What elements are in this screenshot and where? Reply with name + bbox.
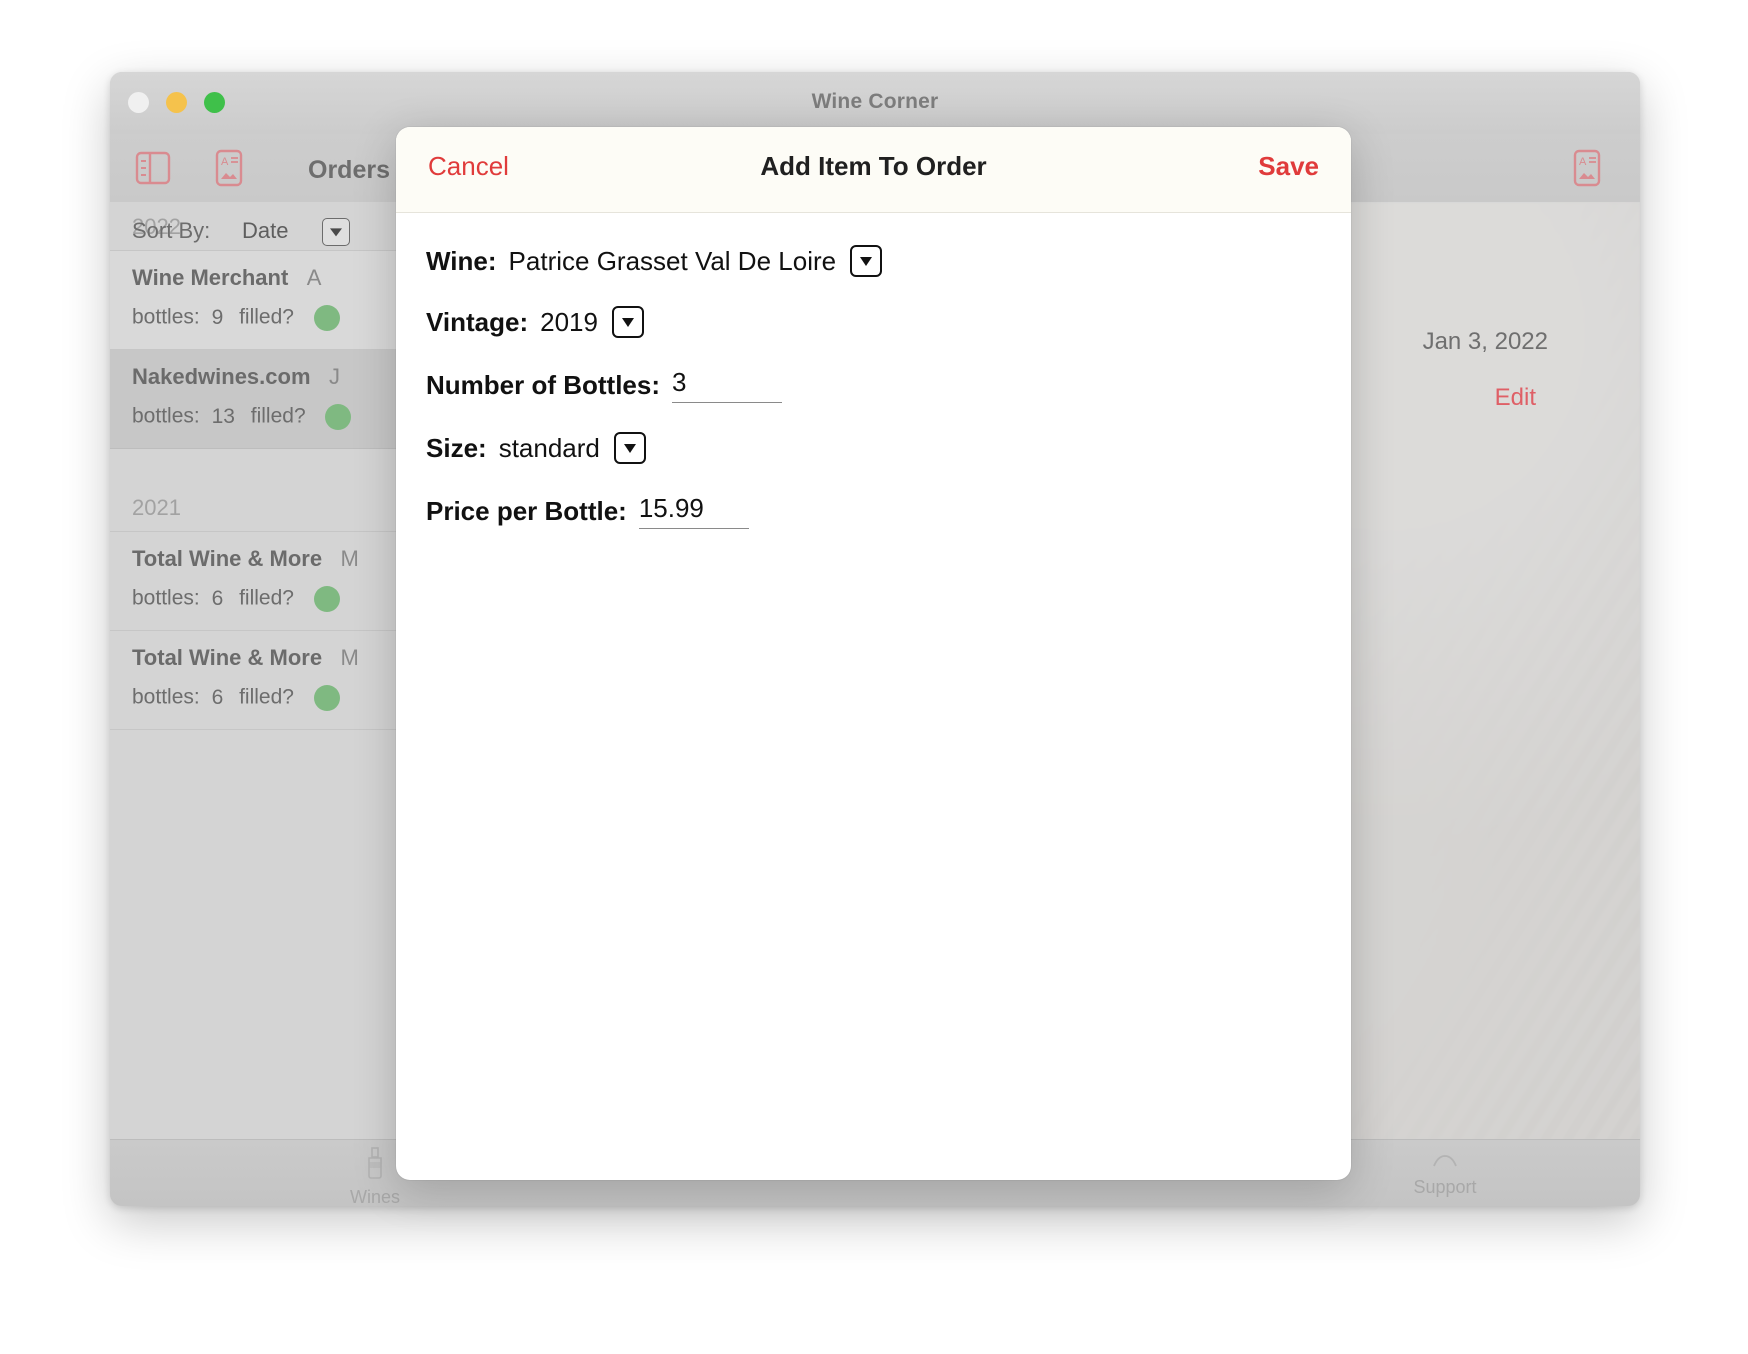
bottles-label: bottles:	[132, 404, 200, 428]
bottles-count: 6	[211, 586, 224, 610]
svg-text:A: A	[1579, 156, 1587, 168]
order-date-fragment: M	[340, 645, 359, 670]
filled-status-indicator	[313, 586, 340, 612]
tab-wines-label: Wines	[349, 1187, 400, 1206]
window-title: Wine Corner	[811, 90, 939, 113]
sheet-title: Add Item To Order	[760, 151, 987, 181]
size-label: Size:	[426, 432, 487, 463]
edit-order-link[interactable]: Edit	[1495, 384, 1536, 412]
order-merchant: Nakedwines.com	[132, 364, 311, 389]
field-number-of-bottles: Number of Bottles: 3	[426, 367, 1351, 403]
order-date-fragment: A	[306, 265, 322, 290]
bottles-label: bottles:	[132, 305, 200, 329]
bottles-count: 13	[211, 404, 235, 428]
wine-value: Patrice Grasset Val De Loire	[508, 245, 837, 276]
vintage-popup-chevron-down-icon[interactable]	[611, 306, 644, 338]
toolbar-title: Orders	[308, 156, 390, 184]
order-merchant: Wine Merchant	[132, 265, 289, 290]
filled-label: filled?	[239, 305, 294, 329]
sheet-header: Cancel Add Item To Order Save	[396, 127, 1351, 213]
sort-by-popup-chevron-down-icon[interactable]	[322, 218, 350, 246]
filled-label: filled?	[239, 586, 294, 610]
price-per-bottle-label: Price per Bottle:	[426, 495, 627, 526]
field-vintage: Vintage: 2019	[426, 306, 1351, 338]
support-icon	[1430, 1146, 1460, 1175]
size-value: standard	[498, 432, 600, 463]
wine-popup-chevron-down-icon[interactable]	[850, 245, 883, 277]
wine-label: Wine:	[426, 245, 497, 276]
filled-label: filled?	[239, 685, 294, 709]
wine-bottle-icon	[362, 1146, 388, 1185]
filled-label: filled?	[250, 404, 306, 428]
order-date: Jan 3, 2022	[1422, 328, 1548, 355]
bottles-label: bottles:	[132, 586, 200, 610]
field-wine: Wine: Patrice Grasset Val De Loire	[426, 245, 1351, 277]
filled-status-indicator	[313, 685, 340, 711]
order-merchant: Total Wine & More	[132, 546, 323, 571]
add-item-sheet: Cancel Add Item To Order Save Wine: Patr…	[396, 127, 1351, 1180]
window-titlebar: Wine Corner	[110, 72, 1640, 135]
svg-text:A: A	[221, 156, 229, 168]
price-per-bottle-input[interactable]: 15.99	[638, 493, 749, 529]
wine-card-icon[interactable]: A	[210, 148, 248, 188]
number-of-bottles-label: Number of Bottles:	[426, 369, 660, 400]
bottles-count: 9	[211, 305, 224, 329]
wine-card-icon-right[interactable]: A	[1568, 148, 1606, 188]
screen: Wine Corner A Orders A Sort By: Date 202…	[0, 0, 1748, 1354]
order-merchant: Total Wine & More	[132, 645, 323, 670]
sidebar-toggle-icon[interactable]	[134, 148, 172, 188]
sort-by-value: Date	[242, 218, 289, 243]
size-popup-chevron-down-icon[interactable]	[613, 432, 646, 464]
filled-status-indicator	[325, 404, 352, 430]
bottles-count: 6	[211, 685, 224, 709]
field-price-per-bottle: Price per Bottle: 15.99	[426, 493, 1351, 529]
filled-status-indicator	[313, 305, 340, 331]
field-size: Size: standard	[426, 432, 1351, 464]
vintage-value: 2019	[540, 306, 598, 337]
sheet-form: Wine: Patrice Grasset Val De Loire Vinta…	[396, 213, 1351, 529]
order-date-fragment: J	[328, 364, 340, 389]
bottles-label: bottles:	[132, 685, 200, 709]
number-of-bottles-input[interactable]: 3	[672, 367, 782, 403]
vintage-label: Vintage:	[426, 306, 529, 337]
tab-support[interactable]: Support	[1380, 1146, 1510, 1198]
tab-support-label: Support	[1413, 1177, 1477, 1197]
sort-by-label: Sort By:	[132, 218, 211, 243]
order-date-fragment: M	[340, 546, 359, 571]
save-button[interactable]: Save	[1258, 151, 1319, 182]
